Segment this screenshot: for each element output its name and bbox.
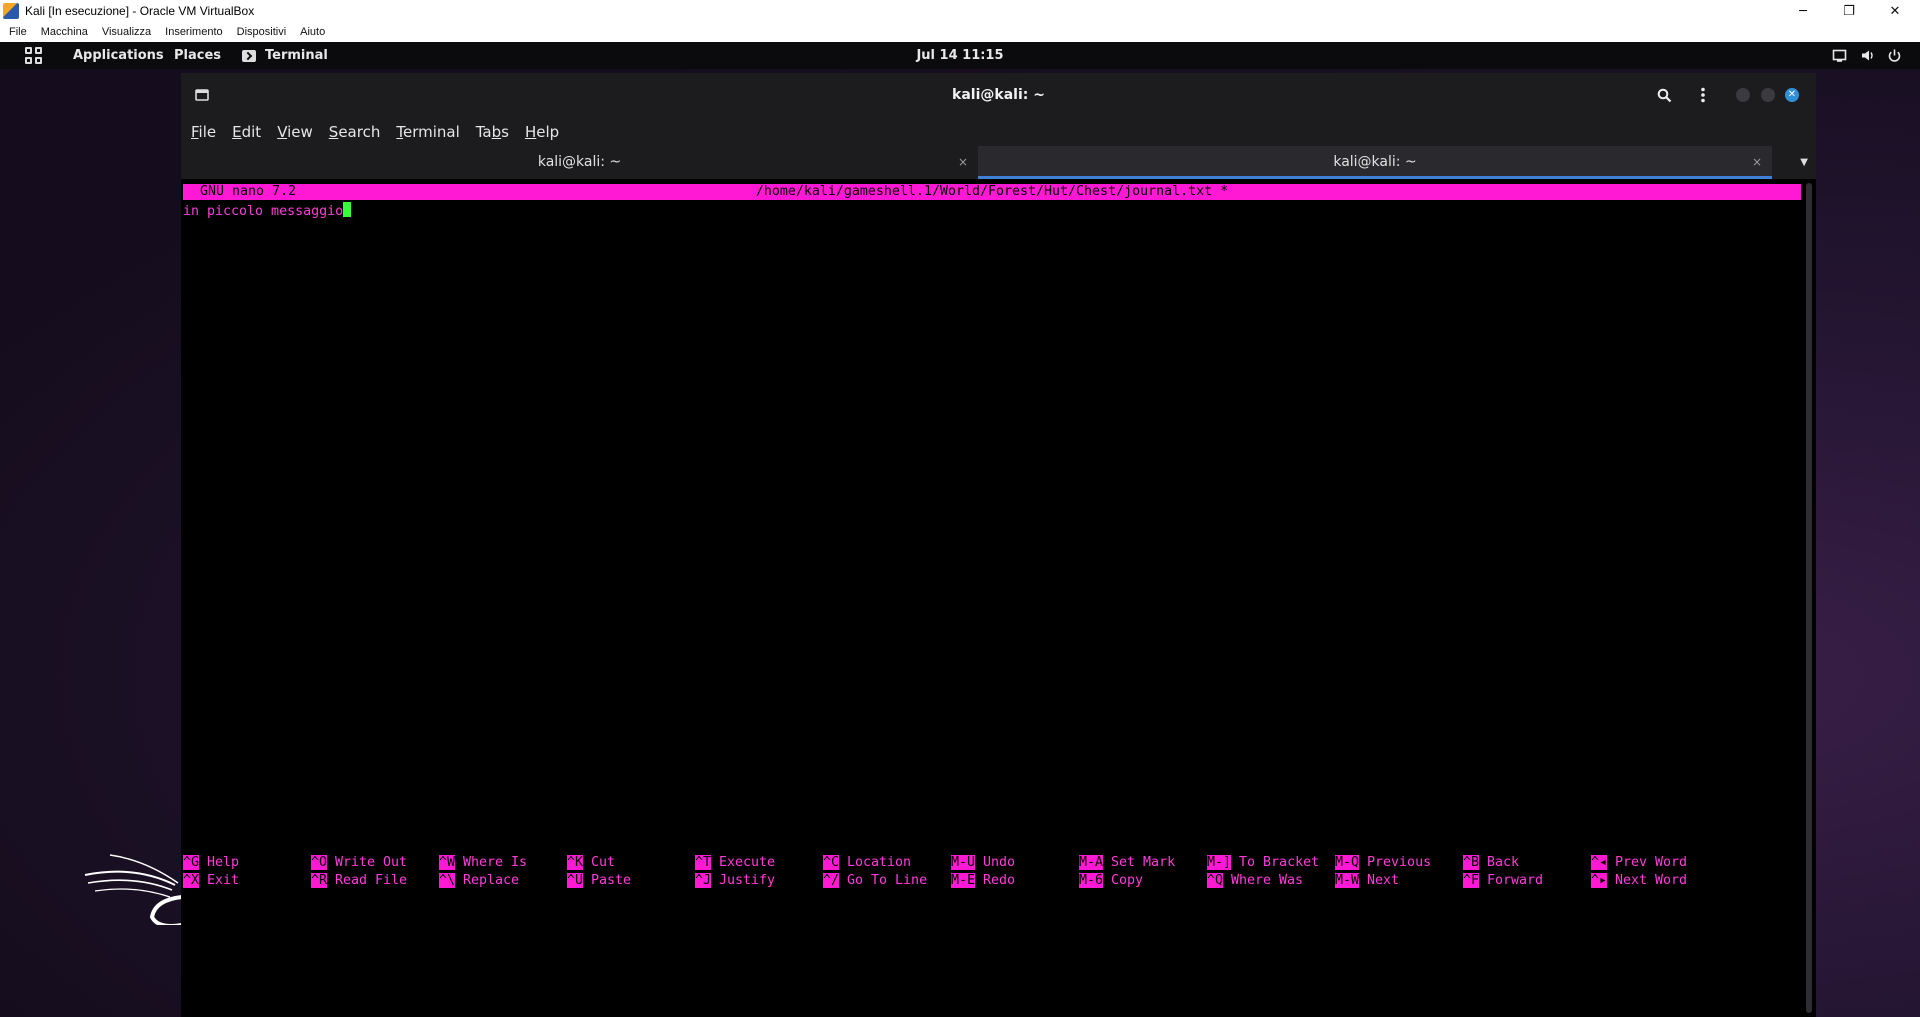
menu-visualizza[interactable]: Visualizza xyxy=(102,26,151,38)
virtualbox-titlebar: Kali [In esecuzione] - Oracle VM Virtual… xyxy=(0,0,1920,22)
shortcut-where-is: ^W Where Is xyxy=(439,855,528,870)
nano-editor[interactable]: /home/kali/gameshell.1/World/Forest/Hut/… xyxy=(181,179,1801,1017)
menu-file[interactable]: File xyxy=(9,26,27,38)
kali-dragon-logo xyxy=(84,854,183,925)
nano-title-bar: /home/kali/gameshell.1/World/Forest/Hut/… xyxy=(183,184,1801,200)
tab-1-close-icon[interactable]: × xyxy=(958,146,968,179)
terminal-menu-help[interactable]: Help xyxy=(525,123,559,141)
tab-1-label: kali@kali: ~ xyxy=(537,154,622,170)
shortcut-exit: ^X Exit xyxy=(183,873,240,888)
terminal-menu-file[interactable]: File xyxy=(191,123,216,141)
terminal-headerbar: kali@kali: ~ ✕ xyxy=(181,73,1816,117)
scrollbar-thumb[interactable] xyxy=(1806,183,1812,1013)
search-button[interactable] xyxy=(1654,85,1674,105)
shortcut-prev-word: ^◂ Prev Word xyxy=(1591,855,1688,870)
shortcut-go-to-line: ^/Go To Line xyxy=(823,873,928,888)
shortcut-set-mark: M-A Set Mark xyxy=(1079,855,1176,870)
menu-macchina[interactable]: Macchina xyxy=(41,26,88,38)
screen-icon[interactable] xyxy=(1832,48,1847,63)
virtualbox-menubar: File Macchina Visualizza Inserimento Dis… xyxy=(0,22,1920,42)
nano-file-path: /home/kali/gameshell.1/World/Forest/Hut/… xyxy=(755,184,1229,199)
virtualbox-app-icon xyxy=(3,3,19,19)
shortcut-copy: M-6 Copy xyxy=(1079,873,1144,888)
shortcut-paste: ^U Paste xyxy=(567,873,632,888)
terminal-menu-terminal[interactable]: Terminal xyxy=(396,123,459,141)
terminal-menubar: File Edit View Search Terminal Tabs Help xyxy=(181,117,1816,146)
shortcut-location: ^C Location xyxy=(823,855,912,870)
tab-2-label: kali@kali: ~ xyxy=(1333,154,1417,170)
terminal-menu-edit[interactable]: Edit xyxy=(232,123,261,141)
shortcut-next: M-W Next xyxy=(1335,873,1400,888)
terminal-title: kali@kali: ~ xyxy=(952,87,1045,103)
tab-1[interactable]: kali@kali: ~ × xyxy=(181,146,978,179)
nano-line-text: in piccolo messaggio xyxy=(183,204,344,219)
nano-text-line[interactable]: in piccolo messaggio xyxy=(183,202,352,219)
window-title: Kali [In esecuzione] - Oracle VM Virtual… xyxy=(25,4,255,18)
power-icon[interactable] xyxy=(1887,48,1902,63)
clock[interactable]: Jul 14 11:15 xyxy=(0,42,1920,69)
nano-shortcut-bar: ^G Help ^O Write Out ^W Where Is ^K Cut ^T Ex… xyxy=(183,854,1801,894)
shortcut-previous: M-Q Previous xyxy=(1335,855,1432,870)
shortcut-back: ^B Back xyxy=(1463,855,1520,870)
tab-bar: kali@kali: ~ × kali@kali: ~ × ▼ xyxy=(181,146,1816,179)
shortcut-execute: ^T Execute xyxy=(695,855,776,870)
minimize-button[interactable]: ─ xyxy=(1780,0,1826,22)
search-icon xyxy=(1657,88,1671,102)
menu-inserimento[interactable]: Inserimento xyxy=(165,26,222,38)
shortcut-undo: M-U Undo xyxy=(951,855,1016,870)
tab-2-close-icon[interactable]: × xyxy=(1752,146,1762,179)
shortcut-cut: ^K Cut xyxy=(567,855,616,870)
text-cursor xyxy=(343,202,352,217)
close-window-button[interactable]: ✕ xyxy=(1785,88,1799,102)
tab-list-dropdown-icon[interactable]: ▼ xyxy=(1800,146,1808,179)
terminal-menu-view[interactable]: View xyxy=(277,123,313,141)
shortcut-write-out: ^O Write Out xyxy=(311,855,408,870)
kebab-menu-icon xyxy=(1701,87,1705,103)
menu-aiuto[interactable]: Aiuto xyxy=(300,26,325,38)
shortcut-to-bracket: M-] To Bracket xyxy=(1207,855,1320,870)
shortcut-redo: M-E Redo xyxy=(951,873,1016,888)
shortcut-help: ^G Help xyxy=(183,855,240,870)
volume-icon[interactable] xyxy=(1860,48,1875,63)
minimize-window-button[interactable] xyxy=(1736,88,1750,102)
shortcut-forward: ^F Forward xyxy=(1463,873,1544,888)
menu-button[interactable] xyxy=(1693,85,1713,105)
terminal-menu-search[interactable]: Search xyxy=(329,123,381,141)
shortcut-justify: ^J Justify xyxy=(695,873,776,888)
terminal-menu-tabs[interactable]: Tabs xyxy=(476,123,509,141)
shortcut-replace: ^\ Replace xyxy=(439,873,520,888)
tab-2[interactable]: kali@kali: ~ × xyxy=(978,146,1772,179)
shortcut-where-was: ^Q Where Was xyxy=(1207,873,1304,888)
close-button[interactable]: ✕ xyxy=(1872,0,1918,22)
shortcut-read-file: ^R Read File xyxy=(311,873,408,888)
terminal-window: kali@kali: ~ ✕ File Edit View Search Ter… xyxy=(181,73,1816,1017)
nano-version: GNU nano 7.2 xyxy=(200,184,297,199)
terminal-scrollbar[interactable] xyxy=(1801,179,1816,1017)
maximize-window-button[interactable] xyxy=(1761,88,1775,102)
menu-dispositivi[interactable]: Dispositivi xyxy=(237,26,287,38)
restore-button[interactable]: ❐ xyxy=(1826,0,1872,22)
top-panel: Applications Places Terminal Jul 14 11:1… xyxy=(0,42,1920,69)
shortcut-next-word: ^▸ Next Word xyxy=(1591,873,1688,888)
guest-desktop: Applications Places Terminal Jul 14 11:1… xyxy=(0,42,1920,1017)
